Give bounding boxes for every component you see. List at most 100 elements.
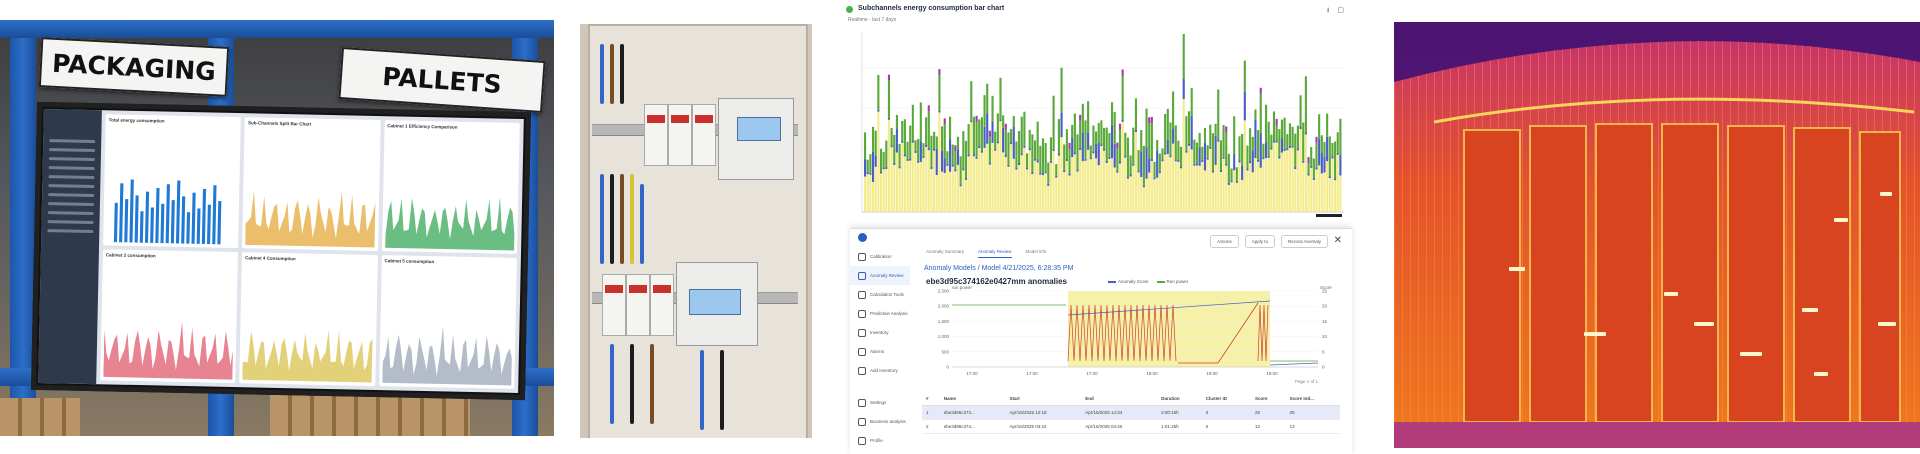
chart-bar-segment <box>1057 155 1060 212</box>
sidebar-item-calibration[interactable]: Calibration <box>850 247 910 266</box>
chart-bar-segment <box>1211 170 1215 173</box>
sidebar-item-predictive-analysis[interactable]: Predictive Analysis <box>850 304 910 323</box>
chart-bar-segment <box>1315 169 1318 212</box>
chart-bar-segment <box>914 151 917 154</box>
table-row[interactable]: 2 ebe3d95c374... Apr/16/2025 03:22 Apr/16/2… <box>922 419 1340 434</box>
chart-bar-segment <box>994 150 997 212</box>
chart-bar-segment <box>885 140 888 167</box>
chart-bar-segment <box>1259 87 1262 94</box>
chart-bar-segment <box>1275 118 1278 125</box>
chart-bar-segment <box>1241 165 1244 180</box>
warehouse-photo: PACKAGING PALLETS Total energy consumpti… <box>0 20 554 436</box>
expand-icon[interactable]: ▢ <box>1337 6 1344 17</box>
mini-bar <box>113 203 118 243</box>
chart-bar-segment <box>866 174 869 212</box>
chart-bar-segment <box>1156 177 1159 212</box>
chart-bar-segment <box>948 139 952 172</box>
pallet-stack <box>0 398 80 436</box>
y-tick-right: 20 <box>1322 304 1328 309</box>
record-anomaly-button[interactable]: Record Anomaly <box>1280 235 1328 248</box>
chart-bar-segment <box>1275 140 1278 143</box>
chart-bar-segment <box>1174 159 1177 162</box>
table-header-6[interactable]: Score <box>1251 392 1286 406</box>
chart-bar-segment <box>890 145 893 148</box>
chart-bar-segment <box>1235 167 1238 181</box>
chart-bar-segment <box>1142 185 1145 188</box>
chart-bar-segment <box>1331 158 1334 212</box>
chart-bar-segment <box>1068 175 1071 212</box>
chart-bar-segment <box>1148 123 1151 159</box>
chart-bar-segment <box>914 140 917 152</box>
sidebar-item-calculation-tools[interactable]: Calculation Tools <box>850 285 910 304</box>
chart-bar-segment <box>1116 148 1119 171</box>
y-tick-left: 0 <box>946 365 949 370</box>
sidebar-item-profile[interactable]: Profile <box>850 431 910 450</box>
chart-bar-segment <box>1047 162 1050 184</box>
screen-grid: Total energy consumption Sub-Channels Spl… <box>96 110 524 393</box>
sidebar-item-settings[interactable]: Settings <box>850 393 910 412</box>
chart-bar-segment <box>967 156 970 212</box>
table-header-5[interactable]: Cluster ID <box>1201 392 1252 406</box>
chart-bar-segment <box>1018 131 1021 163</box>
chart-bar-segment <box>1203 127 1207 143</box>
table-header-3[interactable]: End <box>1081 392 1158 406</box>
sidebar-item-business-analysis[interactable]: Business analysis <box>850 412 910 431</box>
table-header-4[interactable]: Duration <box>1157 392 1202 406</box>
sidebar-item-label: Settings <box>870 400 887 405</box>
mini-bar <box>165 184 170 244</box>
chart-bar-segment <box>890 128 893 146</box>
table-header-1[interactable]: Name <box>939 392 1006 406</box>
chart-bar-segment <box>1121 121 1124 212</box>
tab-model-info[interactable]: Model info <box>1026 249 1047 258</box>
screen-panel: Cabinet 1 Efficiency Comparison <box>381 120 520 254</box>
range-slider[interactable] <box>1316 214 1342 217</box>
chart-bar-segment <box>1294 133 1297 167</box>
download-icon[interactable]: ⭳ <box>1327 6 1329 17</box>
chart-bar-segment <box>1126 176 1130 179</box>
stacked-bar-chart <box>861 32 1344 217</box>
chart-bar-segment <box>1079 149 1082 212</box>
chart-bar-segment <box>938 112 941 212</box>
chart-bar-segment <box>1142 145 1145 186</box>
chart-bar-segment <box>1230 180 1233 183</box>
chart-bar-segment <box>1227 153 1230 183</box>
chart-bar-segment <box>941 126 944 151</box>
chart-bar-segment <box>938 75 941 111</box>
chart-bar-segment <box>1302 160 1305 163</box>
mini-chart <box>113 179 222 245</box>
sidebar-item-icon <box>858 366 866 375</box>
table-header-0[interactable]: # <box>922 392 940 406</box>
chart-bar-segment <box>962 170 965 212</box>
tab-anomaly-summary[interactable]: Anomaly Summary <box>926 249 964 258</box>
chart-bar-segment <box>1079 147 1082 150</box>
chart-bar-segment <box>1267 157 1270 212</box>
chart-bar-segment <box>1323 141 1326 157</box>
chart-bar-segment <box>925 144 928 147</box>
table-header-7[interactable]: Score Ind... <box>1285 392 1340 406</box>
actions-button[interactable]: Actions <box>1209 235 1239 248</box>
apply-to-button[interactable]: Apply to <box>1244 235 1275 248</box>
mini-chart <box>381 326 512 386</box>
table-row[interactable]: 1 ebe3d95c374... Apr/15/2025 12:18 Apr/15/2… <box>922 405 1340 420</box>
chart-bar-segment <box>1079 120 1082 148</box>
circuit-breaker <box>626 274 650 336</box>
table-header-2[interactable]: Start <box>1005 392 1082 406</box>
hotspot <box>1740 352 1762 356</box>
breadcrumb[interactable]: Anomaly Models / Model 4/21/2025, 6:28:3… <box>924 265 1073 272</box>
chart-bar-segment <box>871 126 875 152</box>
anomaly-tabs: Anomaly Summary Anomaly Review Model info <box>926 249 1046 258</box>
chart-bar-segment <box>1227 184 1230 212</box>
chart-bar-segment <box>1116 142 1119 149</box>
chart-bar-segment <box>1275 124 1278 141</box>
sidebar-item-alarms[interactable]: Alarms <box>850 342 910 361</box>
close-icon[interactable]: ✕ <box>1334 235 1342 246</box>
sidebar-item-add-inventory[interactable]: Add Inventory <box>850 361 910 380</box>
chart-bar-segment <box>1118 129 1122 162</box>
mini-bar <box>134 195 139 243</box>
mini-chart <box>242 330 373 383</box>
sidebar-item-anomaly-review[interactable]: Anomaly Review <box>850 266 910 285</box>
sidebar-item-inventory[interactable]: Inventory <box>850 323 910 342</box>
hotspot <box>1880 192 1892 196</box>
chart-bar-segment <box>1137 150 1140 171</box>
tab-anomaly-review[interactable]: Anomaly Review <box>978 249 1012 258</box>
